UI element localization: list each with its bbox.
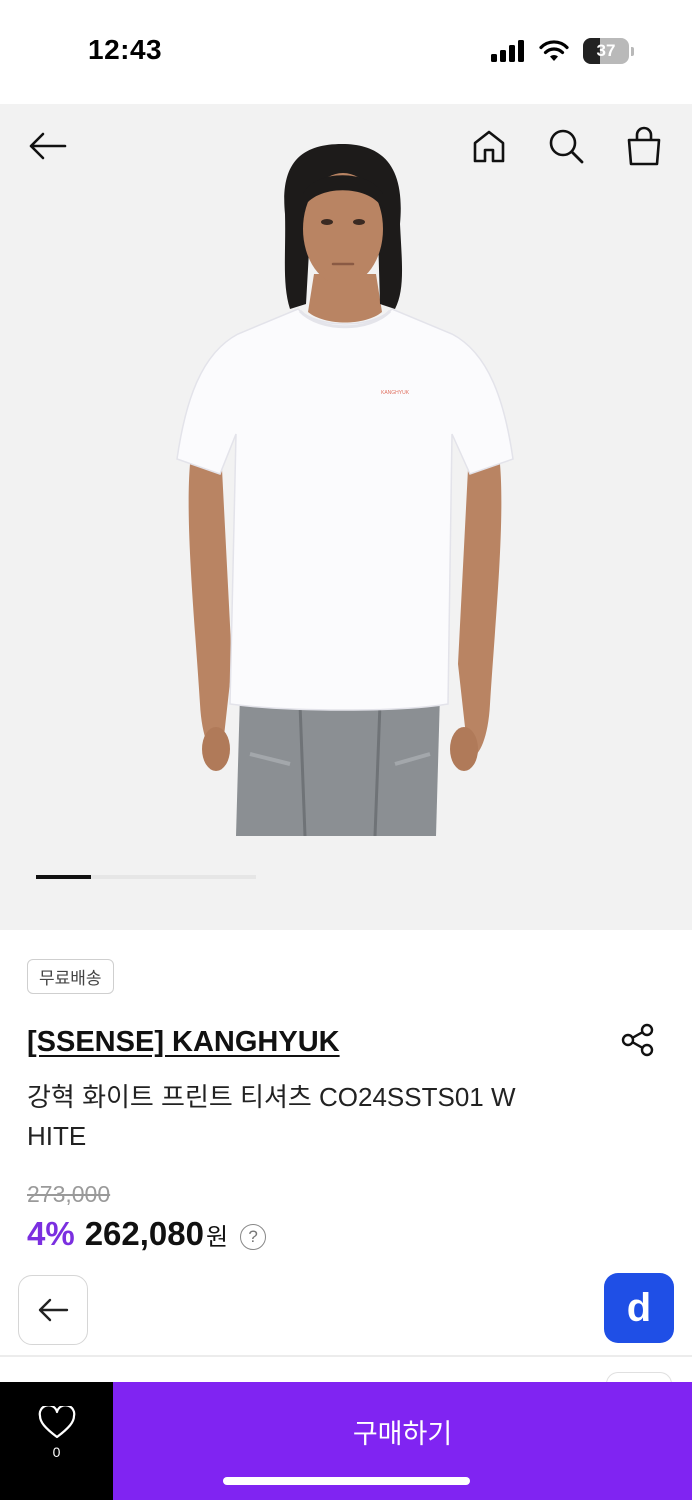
wishlist-button[interactable]: 0 xyxy=(0,1382,113,1500)
shopping-bag-icon xyxy=(627,126,661,166)
heart-icon xyxy=(38,1406,75,1439)
search-button[interactable] xyxy=(544,124,588,168)
share-icon xyxy=(621,1023,654,1057)
shirt-print-text: KANGHYUK xyxy=(381,390,410,396)
search-icon xyxy=(549,129,584,164)
product-title: 강혁 화이트 프린트 티셔츠 CO24SSTS01 W HITE xyxy=(27,1082,516,1151)
d-app-button[interactable]: d xyxy=(604,1273,674,1343)
home-button[interactable] xyxy=(467,124,511,168)
back-button[interactable] xyxy=(25,124,69,168)
status-icons: 37 xyxy=(491,38,634,64)
home-indicator xyxy=(223,1477,470,1485)
battery-indicator: 37 xyxy=(583,38,634,64)
brand-link[interactable]: [SSENSE] KANGHYUK xyxy=(27,1026,340,1059)
product-photo: KANGHYUK xyxy=(176,144,514,837)
price-row: 4% 262,080 원 ? xyxy=(27,1215,267,1253)
arrow-left-icon xyxy=(38,1298,69,1322)
status-bar: 12:43 37 xyxy=(0,0,692,104)
arrow-left-icon xyxy=(29,132,67,160)
battery-icon: 37 xyxy=(583,38,629,64)
home-icon xyxy=(473,130,505,163)
status-time: 12:43 xyxy=(88,34,163,65)
cart-button[interactable] xyxy=(622,124,666,168)
wishlist-count: 0 xyxy=(52,1444,61,1460)
discount-rate: 4% xyxy=(27,1215,75,1252)
battery-percent: 37 xyxy=(596,41,616,60)
floating-back-button[interactable] xyxy=(18,1275,88,1345)
battery-cap xyxy=(631,46,634,56)
product-image-carousel[interactable]: KANGHYUK xyxy=(0,104,692,930)
currency-label: 원 xyxy=(206,1224,229,1251)
section-divider xyxy=(0,1355,692,1357)
wifi-icon xyxy=(539,40,569,61)
carousel-progress-thumb xyxy=(36,875,91,879)
free-shipping-badge: 무료배송 xyxy=(27,959,114,994)
price-help-icon[interactable]: ? xyxy=(240,1224,267,1250)
share-button[interactable] xyxy=(618,1020,658,1060)
cellular-signal-icon xyxy=(491,40,524,62)
carousel-progress xyxy=(36,875,256,879)
original-price: 273,000 xyxy=(27,1181,111,1207)
sale-price: 262,080 xyxy=(84,1215,204,1252)
